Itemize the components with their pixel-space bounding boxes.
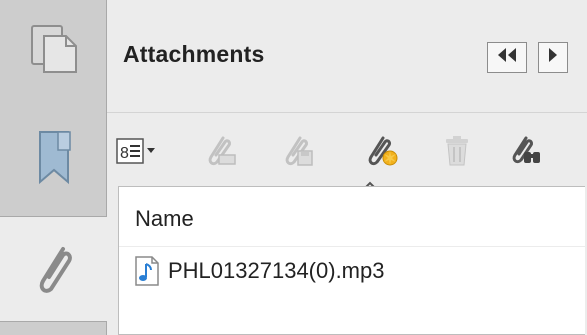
chevron-right-icon <box>547 47 559 68</box>
paperclip-icon <box>31 239 77 299</box>
nav-tab-pages[interactable] <box>0 0 107 98</box>
attachments-toolbar: 8 <box>107 112 587 186</box>
panel-title: Attachments <box>123 41 265 67</box>
column-header-name[interactable]: Name <box>119 187 585 247</box>
options-menu-button[interactable]: 8 <box>115 135 159 171</box>
nav-tab-empty <box>0 322 107 335</box>
delete-attachment-button[interactable] <box>437 135 477 171</box>
attachments-list: Name PHL01327134(0).mp3 <box>118 186 585 335</box>
add-attachment-icon <box>365 135 399 172</box>
search-attachments-button[interactable] <box>507 135 547 171</box>
open-attachment-icon <box>205 135 239 172</box>
column-header-label: Name <box>135 206 194 231</box>
double-chevron-left-icon <box>496 47 518 68</box>
pages-icon <box>28 22 80 76</box>
list-options-icon: 8 <box>116 137 158 169</box>
bookmark-icon <box>34 128 74 186</box>
panel-header: Attachments <box>107 0 587 112</box>
open-attachment-button[interactable] <box>202 135 242 171</box>
search-attachments-icon <box>510 135 544 172</box>
expand-panel-button[interactable] <box>538 42 568 73</box>
attachment-file-name: PHL01327134(0).mp3 <box>168 258 385 283</box>
music-file-icon <box>134 256 160 286</box>
navigation-rail <box>0 0 108 335</box>
save-attachment-button[interactable] <box>279 135 319 171</box>
nav-tab-attachments[interactable] <box>0 216 108 322</box>
add-attachment-button[interactable] <box>362 135 402 171</box>
nav-tab-bookmarks[interactable] <box>0 98 107 216</box>
list-item[interactable]: PHL01327134(0).mp3 <box>119 247 585 295</box>
trash-icon <box>443 135 471 172</box>
attachments-panel: Attachments 8 Name PHL01327134(0).mp3 <box>107 0 587 335</box>
collapse-panel-button[interactable] <box>487 42 527 73</box>
svg-text:8: 8 <box>120 145 129 162</box>
save-attachment-icon <box>282 135 316 172</box>
